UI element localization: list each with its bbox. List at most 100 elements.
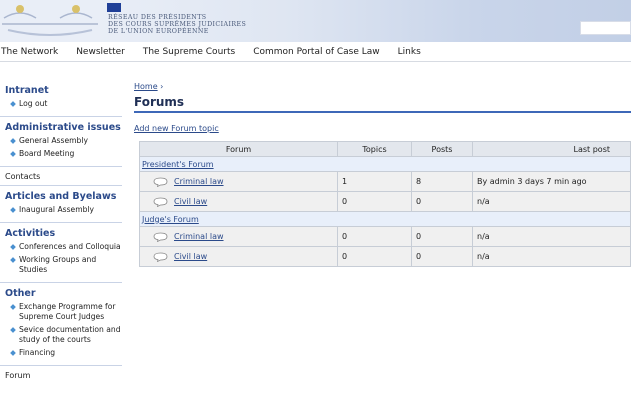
organization-name: RÉSEAU DES PRÉSIDENTS DES COURS SUPRÊMES… [108, 14, 248, 35]
sidebar-item-label: General Assembly [19, 136, 88, 145]
sidebar-item-exchange-programme[interactable]: Exchange Programme for Supreme Court Jud… [10, 302, 122, 322]
sidebar-item-label: Inaugural Assembly [19, 205, 95, 214]
speech-bubble-icon [153, 252, 168, 262]
sidebar-section-articles: Articles and Byelaws Inaugural Assembly [0, 185, 122, 222]
sidebar-section-contacts: Contacts [0, 166, 122, 185]
topics-cell: 0 [337, 246, 412, 267]
header-banner: RÉSEAU DES PRÉSIDENTS DES COURS SUPRÊMES… [0, 0, 631, 42]
table-row: Civil law 0 0 n/a [139, 246, 631, 267]
forum-group-link[interactable]: President's Forum [139, 156, 631, 172]
breadcrumb: Home › [134, 82, 631, 91]
sidebar: Intranet Log out Administrative issues G… [0, 80, 122, 404]
page-title: Forums [134, 95, 631, 113]
breadcrumb-home-link[interactable]: Home [134, 82, 158, 91]
scales-of-justice-logo [0, 0, 100, 42]
posts-cell: 0 [411, 191, 473, 212]
add-forum-topic-link[interactable]: Add new Forum topic [134, 124, 631, 133]
sidebar-item-forum[interactable]: Forum [5, 371, 122, 380]
forum-group-row: Judge's Forum [139, 211, 631, 227]
last-post-cell: n/a [472, 246, 631, 267]
topics-cell: 1 [337, 171, 412, 192]
sidebar-item-contacts[interactable]: Contacts [5, 172, 122, 181]
column-header-last-post: Last post [472, 141, 631, 157]
sidebar-section-forum: Forum [0, 365, 122, 384]
bullet-icon [10, 350, 16, 356]
topics-cell: 0 [337, 191, 412, 212]
forum-link[interactable]: Civil law [174, 252, 207, 261]
nav-links[interactable]: Links [398, 47, 421, 57]
sidebar-item-general-assembly[interactable]: General Assembly [10, 136, 122, 146]
sidebar-heading: Administrative issues [5, 122, 121, 133]
sidebar-item-working-groups[interactable]: Working Groups and Studies [10, 255, 122, 275]
forum-link[interactable]: Criminal law [174, 177, 224, 186]
posts-cell: 8 [411, 171, 473, 192]
bullet-icon [10, 244, 16, 250]
forum-group-link[interactable]: Judge's Forum [139, 211, 631, 227]
sidebar-item-inaugural-assembly[interactable]: Inaugural Assembly [10, 205, 122, 215]
bullet-icon [10, 327, 16, 333]
table-row: Civil law 0 0 n/a [139, 191, 631, 212]
sidebar-heading: Activities [5, 228, 56, 239]
forum-cell: Civil law [139, 246, 338, 267]
sidebar-section-other: Other Exchange Programme for Supreme Cou… [0, 282, 122, 365]
table-row: Criminal law 0 0 n/a [139, 226, 631, 247]
org-line: RÉSEAU DES PRÉSIDENTS [108, 14, 207, 21]
forum-group-row: President's Forum [139, 156, 631, 172]
nav-the-network[interactable]: The Network [1, 47, 58, 57]
last-post-cell: n/a [472, 226, 631, 247]
sidebar-item-label: Board Meeting [19, 149, 75, 158]
sidebar-heading: Articles and Byelaws [5, 191, 117, 202]
nav-common-portal[interactable]: Common Portal of Case Law [253, 47, 379, 57]
sidebar-section-administrative: Administrative issues General Assembly B… [0, 116, 122, 166]
table-row: Criminal law 1 8 By admin 3 days 7 min a… [139, 171, 631, 192]
bullet-icon [10, 138, 16, 144]
sidebar-item-service-documentation[interactable]: Sevice documentation and study of the co… [10, 325, 122, 345]
sidebar-item-label: Log out [19, 99, 48, 108]
sidebar-item-board-meeting[interactable]: Board Meeting [10, 149, 122, 159]
forum-cell: Criminal law [139, 171, 338, 192]
speech-bubble-icon [153, 197, 168, 207]
bullet-icon [10, 207, 16, 213]
org-line: DES COURS SUPRÊMES JUDICIAIRES [108, 21, 247, 28]
bullet-icon [10, 101, 16, 107]
speech-bubble-icon [153, 177, 168, 187]
sidebar-item-label: Conferences and Colloquia [19, 242, 121, 251]
org-line: DE L'UNION EUROPÉENNE [108, 28, 209, 35]
sidebar-heading: Other [5, 288, 36, 299]
sidebar-item-conferences[interactable]: Conferences and Colloquia [10, 242, 122, 252]
posts-cell: 0 [411, 226, 473, 247]
top-navigation: The Network Newsletter The Supreme Court… [0, 42, 631, 62]
bullet-icon [10, 304, 16, 310]
sidebar-item-label: Sevice documentation and study of the co… [19, 325, 121, 344]
sidebar-item-label: Financing [19, 348, 56, 357]
nav-newsletter[interactable]: Newsletter [76, 47, 125, 57]
bullet-icon [10, 257, 16, 263]
topics-cell: 0 [337, 226, 412, 247]
last-post-cell: n/a [472, 191, 631, 212]
table-header-row: Forum Topics Posts Last post [139, 141, 631, 157]
sidebar-item-log-out[interactable]: Log out [10, 99, 122, 109]
main-content: Home › Forums Add new Forum topic Forum … [134, 82, 631, 267]
sidebar-item-label: Exchange Programme for Supreme Court Jud… [19, 302, 116, 321]
forum-link[interactable]: Criminal law [174, 232, 224, 241]
sidebar-section-intranet: Intranet Log out [0, 80, 122, 116]
sidebar-item-label: Working Groups and Studies [19, 255, 97, 274]
forums-table: Forum Topics Posts Last post President's… [139, 141, 631, 267]
sidebar-section-activities: Activities Conferences and Colloquia Wor… [0, 222, 122, 282]
column-header-topics: Topics [337, 141, 412, 157]
posts-cell: 0 [411, 246, 473, 267]
eu-flag-icon [107, 3, 121, 12]
sidebar-heading: Intranet [5, 85, 49, 96]
nav-supreme-courts[interactable]: The Supreme Courts [143, 47, 235, 57]
breadcrumb-separator: › [160, 82, 164, 91]
last-post-cell: By admin 3 days 7 min ago [472, 171, 631, 192]
sidebar-item-financing[interactable]: Financing [10, 348, 122, 358]
column-header-forum: Forum [139, 141, 338, 157]
forum-cell: Criminal law [139, 226, 338, 247]
speech-bubble-icon [153, 232, 168, 242]
forum-cell: Civil law [139, 191, 338, 212]
bullet-icon [10, 151, 16, 157]
column-header-posts: Posts [411, 141, 473, 157]
search-input[interactable] [580, 21, 631, 35]
forum-link[interactable]: Civil law [174, 197, 207, 206]
